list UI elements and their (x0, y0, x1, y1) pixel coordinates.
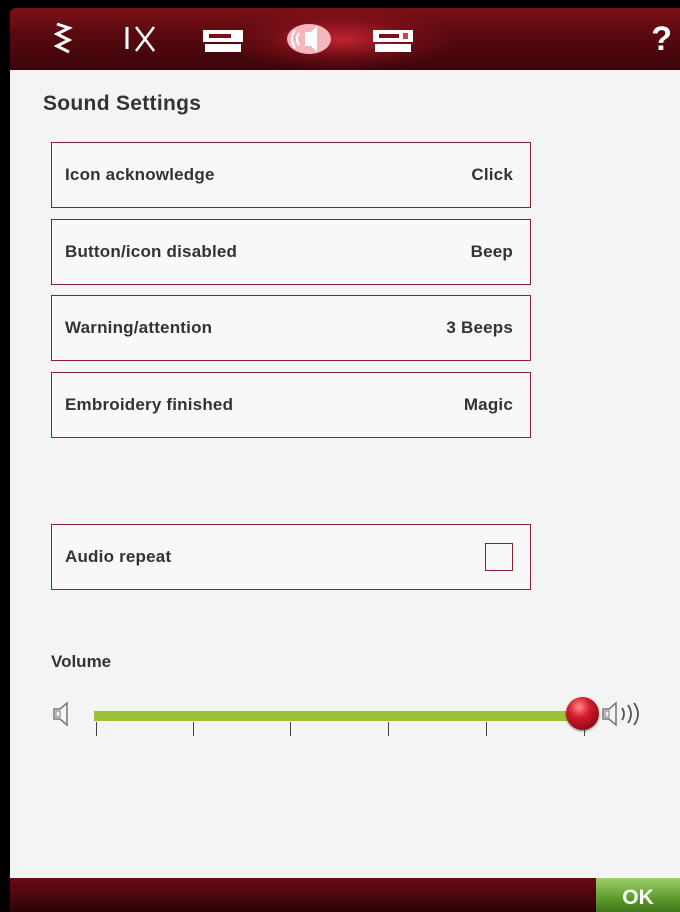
setting-value: Beep (470, 242, 513, 261)
active-tab-glow (230, 8, 450, 70)
sewing-machine-icon[interactable] (200, 23, 246, 55)
settings-panel: Sound Settings Icon acknowledge Click Bu… (10, 70, 680, 878)
slider-tick (388, 722, 389, 736)
setting-value: 3 Beeps (446, 318, 513, 337)
slider-tick (193, 722, 194, 736)
audio-repeat-label: Audio repeat (65, 547, 172, 566)
setting-embroidery-finished[interactable]: Embroidery finished Magic (51, 372, 531, 438)
setting-label: Icon acknowledge (65, 165, 215, 184)
volume-slider-track[interactable] (94, 711, 582, 721)
audio-repeat-row[interactable]: Audio repeat (51, 524, 531, 590)
page-title: Sound Settings (43, 92, 202, 115)
sound-icon[interactable] (284, 23, 334, 55)
needle-thread-icon[interactable] (120, 23, 160, 55)
top-toolbar: ? (10, 8, 680, 70)
setting-button-icon-disabled[interactable]: Button/icon disabled Beep (51, 219, 531, 285)
volume-slider-knob[interactable] (566, 697, 599, 730)
speaker-high-icon[interactable] (600, 700, 648, 733)
setting-value: Magic (463, 395, 513, 414)
setting-icon-acknowledge[interactable]: Icon acknowledge Click (51, 142, 531, 208)
setting-label: Warning/attention (65, 318, 213, 337)
ok-button[interactable]: OK (596, 878, 680, 912)
setting-label: Button/icon disabled (65, 242, 238, 261)
setting-warning-attention[interactable]: Warning/attention 3 Beeps (51, 295, 531, 361)
stitch-zigzag-icon[interactable] (50, 22, 76, 55)
help-icon[interactable]: ? (651, 20, 672, 59)
bottom-bar (10, 878, 680, 912)
setting-label: Embroidery finished (65, 395, 234, 414)
slider-tick (486, 722, 487, 736)
screen: ? Sound Settings Icon acknowledge Click … (0, 0, 680, 912)
slider-tick (290, 722, 291, 736)
slider-tick (96, 722, 97, 736)
audio-repeat-checkbox[interactable] (485, 543, 513, 571)
setting-value: Click (471, 165, 513, 184)
speaker-low-icon[interactable] (51, 700, 75, 733)
volume-label: Volume (51, 652, 112, 671)
embroidery-machine-icon[interactable] (370, 23, 416, 55)
